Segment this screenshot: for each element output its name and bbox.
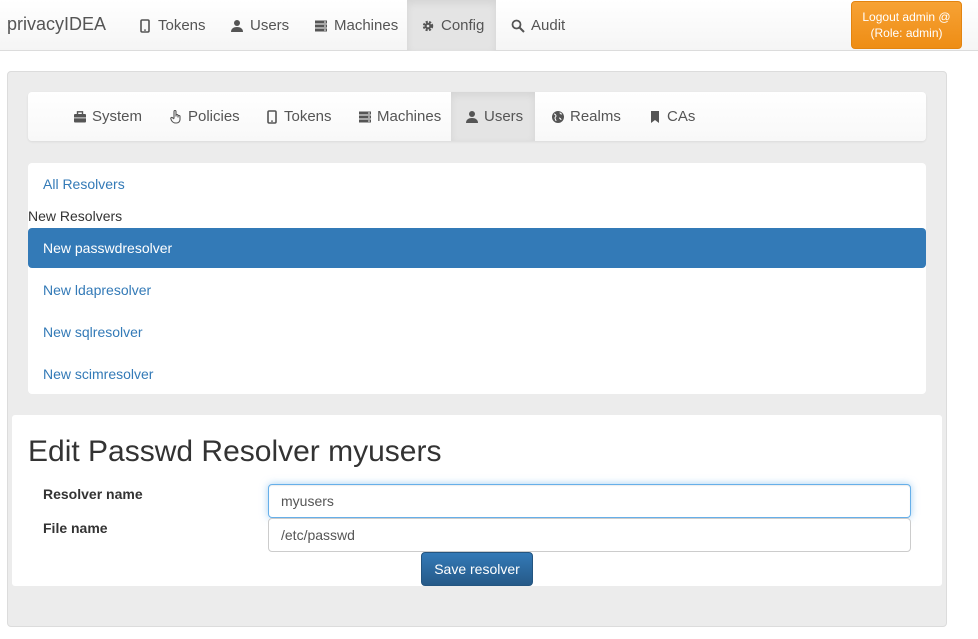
logout-button[interactable]: Logout admin @ (Role: admin) [851, 1, 962, 49]
globe-icon [550, 109, 565, 124]
new-resolvers-header: New Resolvers [28, 208, 123, 224]
phone-icon [137, 18, 152, 33]
search-icon [510, 18, 525, 33]
nav-machines[interactable]: Machines [299, 0, 412, 51]
bookmark-icon [647, 109, 662, 124]
user-icon [465, 109, 479, 124]
config-subnav: System Policies Tokens Machines Users Re… [28, 92, 926, 141]
tab-realms-label: Realms [570, 108, 621, 125]
top-navbar: privacyIDEA Tokens Users Machines Config… [0, 0, 978, 51]
hand-pointer-icon [168, 109, 183, 124]
nav-machines-label: Machines [334, 17, 399, 34]
all-resolvers-link[interactable]: All Resolvers [28, 164, 926, 204]
tab-policies[interactable]: Policies [154, 92, 254, 141]
logout-user-label: Logout admin @ [862, 10, 951, 24]
server-icon [313, 18, 328, 33]
tab-system-label: System [92, 108, 143, 125]
logout-role-label: (Role: admin) [870, 26, 943, 40]
nav-users-label: Users [250, 17, 290, 34]
new-sqlresolver-link[interactable]: New sqlresolver [28, 312, 926, 352]
edit-resolver-panel: Edit Passwd Resolver myusers Resolver na… [12, 415, 942, 586]
user-icon [229, 18, 244, 33]
nav-tokens-label: Tokens [158, 17, 206, 34]
nav-config-label: Config [441, 17, 485, 34]
brand-logo[interactable]: privacyIDEA [7, 14, 106, 35]
new-passwdresolver-link[interactable]: New passwdresolver [28, 228, 926, 268]
tab-machines[interactable]: Machines [343, 92, 455, 141]
nav-tokens[interactable]: Tokens [123, 0, 220, 51]
briefcase-icon [72, 109, 87, 124]
resolver-list-panel: All Resolvers New Resolvers New passwdre… [28, 163, 926, 394]
tab-policies-label: Policies [188, 108, 240, 125]
file-name-input[interactable] [268, 518, 911, 552]
server-icon [357, 109, 372, 124]
tab-machines-label: Machines [377, 108, 442, 125]
phone-icon [264, 109, 279, 124]
tab-cas-label: CAs [667, 108, 696, 125]
resolver-name-label: Resolver name [43, 486, 143, 502]
page-title: Edit Passwd Resolver myusers [28, 435, 442, 468]
tab-cas[interactable]: CAs [633, 92, 709, 141]
nav-audit-label: Audit [531, 17, 566, 34]
save-resolver-button[interactable]: Save resolver [421, 552, 533, 586]
file-name-label: File name [43, 520, 108, 536]
gear-icon [421, 18, 435, 33]
tab-tokens[interactable]: Tokens [250, 92, 346, 141]
nav-config[interactable]: Config [407, 0, 496, 51]
new-scimresolver-link[interactable]: New scimresolver [28, 354, 926, 394]
nav-audit[interactable]: Audit [496, 0, 579, 51]
tab-realms[interactable]: Realms [536, 92, 635, 141]
tab-users-label: Users [484, 108, 524, 125]
tab-users[interactable]: Users [451, 92, 535, 141]
tab-system[interactable]: System [58, 92, 156, 141]
tab-tokens-label: Tokens [284, 108, 332, 125]
nav-users[interactable]: Users [215, 0, 303, 51]
new-ldapresolver-link[interactable]: New ldapresolver [28, 270, 926, 310]
resolver-name-input[interactable] [268, 484, 911, 518]
